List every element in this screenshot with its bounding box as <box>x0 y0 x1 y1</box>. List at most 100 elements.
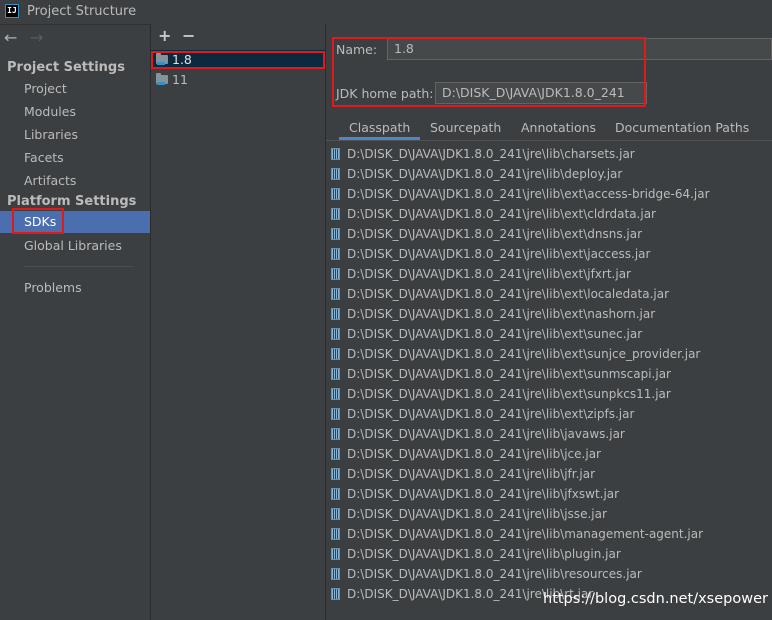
classpath-entry: D:\DISK_D\JAVA\JDK1.8.0_241\jre\lib\jsse… <box>347 507 607 521</box>
sdk-folder-icon <box>156 53 168 65</box>
title-bar: IJ Project Structure <box>0 0 772 25</box>
path-tabs: Classpath Sourcepath Annotations Documen… <box>326 116 772 140</box>
classpath-row[interactable]: D:\DISK_D\JAVA\JDK1.8.0_241\jre\lib\ext\… <box>326 344 772 364</box>
classpath-entry: D:\DISK_D\JAVA\JDK1.8.0_241\jre\lib\ext\… <box>347 207 656 221</box>
jar-archive-icon <box>331 528 340 540</box>
classpath-row[interactable]: D:\DISK_D\JAVA\JDK1.8.0_241\jre\lib\char… <box>326 144 772 164</box>
classpath-row[interactable]: D:\DISK_D\JAVA\JDK1.8.0_241\jre\lib\ext\… <box>326 184 772 204</box>
classpath-entry: D:\DISK_D\JAVA\JDK1.8.0_241\jre\lib\java… <box>347 427 625 441</box>
tab-documentation-paths[interactable]: Documentation Paths <box>615 120 749 135</box>
classpath-row[interactable]: D:\DISK_D\JAVA\JDK1.8.0_241\jre\lib\depl… <box>326 164 772 184</box>
jar-archive-icon <box>331 348 340 360</box>
sdk-item-11[interactable]: 11 <box>151 70 325 88</box>
jar-archive-icon <box>331 308 340 320</box>
classpath-row[interactable]: D:\DISK_D\JAVA\JDK1.8.0_241\jre\lib\ext\… <box>326 244 772 264</box>
jar-archive-icon <box>331 488 340 500</box>
classpath-row[interactable]: D:\DISK_D\JAVA\JDK1.8.0_241\jre\lib\ext\… <box>326 324 772 344</box>
classpath-row[interactable]: D:\DISK_D\JAVA\JDK1.8.0_241\jre\lib\jfxs… <box>326 484 772 504</box>
classpath-entry: D:\DISK_D\JAVA\JDK1.8.0_241\jre\lib\ext\… <box>347 387 671 401</box>
tab-classpath[interactable]: Classpath <box>338 120 421 140</box>
sdk-item-label: 1.8 <box>172 52 192 67</box>
nav-item-modules[interactable]: Modules <box>24 104 76 119</box>
nav-item-sdks[interactable]: SDKs <box>0 211 150 233</box>
classpath-entry: D:\DISK_D\JAVA\JDK1.8.0_241\jre\lib\ext\… <box>347 307 656 321</box>
classpath-row[interactable]: D:\DISK_D\JAVA\JDK1.8.0_241\jre\lib\java… <box>326 424 772 444</box>
classpath-entry: D:\DISK_D\JAVA\JDK1.8.0_241\jre\lib\char… <box>347 147 635 161</box>
classpath-entry: D:\DISK_D\JAVA\JDK1.8.0_241\jre\lib\ext\… <box>347 267 631 281</box>
name-label: Name: <box>336 42 378 57</box>
nav-item-problems[interactable]: Problems <box>24 280 82 295</box>
nav-item-global-libraries[interactable]: Global Libraries <box>24 238 122 253</box>
project-settings-header: Project Settings <box>7 60 125 75</box>
jar-archive-icon <box>331 148 340 160</box>
jar-archive-icon <box>331 568 340 580</box>
classpath-entry: D:\DISK_D\JAVA\JDK1.8.0_241\jre\lib\jce.… <box>347 447 601 461</box>
sdk-item-1-8[interactable]: 1.8 <box>151 50 325 68</box>
classpath-entry: D:\DISK_D\JAVA\JDK1.8.0_241\jre\lib\ext\… <box>347 247 651 261</box>
nav-item-libraries[interactable]: Libraries <box>24 127 78 142</box>
classpath-entry: D:\DISK_D\JAVA\JDK1.8.0_241\jre\lib\ext\… <box>347 287 670 301</box>
classpath-row[interactable]: D:\DISK_D\JAVA\JDK1.8.0_241\jre\lib\mana… <box>326 524 772 544</box>
jar-archive-icon <box>331 408 340 420</box>
nav-item-sdks-label: SDKs <box>24 214 57 229</box>
classpath-entry: D:\DISK_D\JAVA\JDK1.8.0_241\jre\lib\mana… <box>347 527 704 541</box>
jar-archive-icon <box>331 228 340 240</box>
sdk-detail-panel: Name: 1.8 JDK home path: D:\DISK_D\JAVA\… <box>326 24 772 620</box>
tab-sourcepath[interactable]: Sourcepath <box>430 120 501 135</box>
classpath-row[interactable]: D:\DISK_D\JAVA\JDK1.8.0_241\jre\lib\ext\… <box>326 204 772 224</box>
tab-annotations[interactable]: Annotations <box>521 120 596 135</box>
classpath-entry: D:\DISK_D\JAVA\JDK1.8.0_241\jre\lib\ext\… <box>347 347 701 361</box>
jar-archive-icon <box>331 468 340 480</box>
nav-item-facets[interactable]: Facets <box>24 150 64 165</box>
jar-archive-icon <box>331 168 340 180</box>
settings-category-panel: Project Settings Project Modules Librari… <box>0 52 150 620</box>
classpath-row[interactable]: D:\DISK_D\JAVA\JDK1.8.0_241\jre\lib\jfr.… <box>326 464 772 484</box>
classpath-row[interactable]: D:\DISK_D\JAVA\JDK1.8.0_241\jre\lib\ext\… <box>326 384 772 404</box>
watermark-text: https://blog.csdn.net/xsepower <box>543 591 768 607</box>
nav-item-project[interactable]: Project <box>24 81 67 96</box>
jar-archive-icon <box>331 248 340 260</box>
classpath-row[interactable]: D:\DISK_D\JAVA\JDK1.8.0_241\jre\lib\jce.… <box>326 444 772 464</box>
jar-archive-icon <box>331 328 340 340</box>
add-sdk-button[interactable]: + <box>158 26 171 45</box>
remove-sdk-button[interactable]: − <box>182 26 195 45</box>
jar-archive-icon <box>331 268 340 280</box>
classpath-entry: D:\DISK_D\JAVA\JDK1.8.0_241\jre\lib\jfr.… <box>347 467 596 481</box>
jar-archive-icon <box>331 588 340 600</box>
sdk-item-label: 11 <box>172 72 188 87</box>
nav-item-artifacts[interactable]: Artifacts <box>24 173 76 188</box>
jar-archive-icon <box>331 368 340 380</box>
classpath-entry: D:\DISK_D\JAVA\JDK1.8.0_241\jre\lib\reso… <box>347 567 642 581</box>
classpath-row[interactable]: D:\DISK_D\JAVA\JDK1.8.0_241\jre\lib\ext\… <box>326 364 772 384</box>
platform-settings-header: Platform Settings <box>7 194 137 209</box>
classpath-row[interactable]: D:\DISK_D\JAVA\JDK1.8.0_241\jre\lib\ext\… <box>326 224 772 244</box>
name-field[interactable]: 1.8 <box>387 38 772 60</box>
jar-archive-icon <box>331 188 340 200</box>
section-divider <box>24 266 134 267</box>
classpath-entry: D:\DISK_D\JAVA\JDK1.8.0_241\jre\lib\jfxs… <box>347 487 620 501</box>
classpath-entry: D:\DISK_D\JAVA\JDK1.8.0_241\jre\lib\depl… <box>347 167 623 181</box>
jar-archive-icon <box>331 548 340 560</box>
jdk-home-path-field[interactable]: D:\DISK_D\JAVA\JDK1.8.0_241 <box>435 82 647 104</box>
sdk-folder-icon <box>156 73 168 85</box>
classpath-entry: D:\DISK_D\JAVA\JDK1.8.0_241\jre\lib\ext\… <box>347 367 671 381</box>
jdk-home-path-label: JDK home path: <box>336 86 434 101</box>
classpath-row[interactable]: D:\DISK_D\JAVA\JDK1.8.0_241\jre\lib\reso… <box>326 564 772 584</box>
classpath-row[interactable]: D:\DISK_D\JAVA\JDK1.8.0_241\jre\lib\ext\… <box>326 404 772 424</box>
classpath-row[interactable]: D:\DISK_D\JAVA\JDK1.8.0_241\jre\lib\ext\… <box>326 284 772 304</box>
window-title: Project Structure <box>27 4 137 19</box>
classpath-entry: D:\DISK_D\JAVA\JDK1.8.0_241\jre\lib\plug… <box>347 547 621 561</box>
tab-divider <box>326 140 772 141</box>
classpath-row[interactable]: D:\DISK_D\JAVA\JDK1.8.0_241\jre\lib\jsse… <box>326 504 772 524</box>
forward-arrow-icon[interactable]: → <box>30 28 43 48</box>
back-arrow-icon[interactable]: ← <box>4 28 17 48</box>
jar-archive-icon <box>331 208 340 220</box>
sdk-list-panel: + − 1.8 11 <box>151 24 325 620</box>
classpath-list[interactable]: D:\DISK_D\JAVA\JDK1.8.0_241\jre\lib\char… <box>326 144 772 604</box>
classpath-row[interactable]: D:\DISK_D\JAVA\JDK1.8.0_241\jre\lib\ext\… <box>326 304 772 324</box>
classpath-row[interactable]: D:\DISK_D\JAVA\JDK1.8.0_241\jre\lib\plug… <box>326 544 772 564</box>
intellij-app-icon: IJ <box>5 4 19 18</box>
classpath-row[interactable]: D:\DISK_D\JAVA\JDK1.8.0_241\jre\lib\ext\… <box>326 264 772 284</box>
navigation-bar: ← → <box>0 26 150 52</box>
jar-archive-icon <box>331 508 340 520</box>
